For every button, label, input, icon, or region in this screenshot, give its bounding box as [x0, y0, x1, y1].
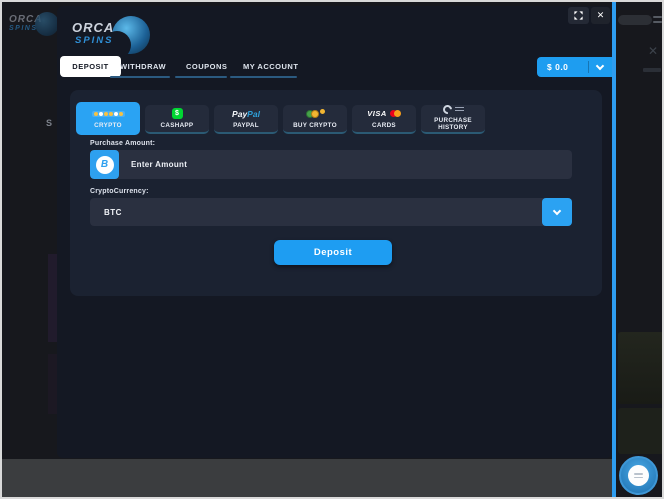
tab-deposit[interactable]: DEPOSIT	[60, 56, 121, 77]
bitcoin-symbol: B	[96, 156, 114, 174]
chat-bubble-icon	[628, 465, 649, 486]
payment-tab-buy-crypto[interactable]: BUY CRYPTO	[283, 105, 347, 134]
payment-panel: CRYPTO $ CASHAPP PayPal PAYPAL BUY CRYPT…	[70, 90, 602, 296]
background-site-logo: ORCA SPINS	[9, 14, 42, 32]
orca-whale-icon	[112, 16, 150, 54]
divider	[588, 61, 589, 73]
chat-widget-button[interactable]	[619, 456, 658, 495]
fullscreen-icon	[573, 10, 584, 21]
money-coins-icon	[306, 108, 325, 120]
payment-tab-cards[interactable]: VISA CARDS	[352, 105, 416, 134]
background-game-thumbnail	[618, 408, 664, 454]
background-caption-bar	[643, 68, 661, 72]
background-partial-text: S	[46, 118, 52, 128]
payment-tab-label: BUY CRYPTO	[293, 122, 337, 130]
select-dropdown-button[interactable]	[542, 198, 572, 226]
visa-logo-icon: VISA	[367, 109, 387, 118]
background-game-thumbnail	[48, 254, 57, 342]
background-game-thumbnail	[618, 332, 664, 404]
payment-tab-label: CRYPTO	[94, 122, 122, 130]
cryptocurrency-label: CryptoCurrency:	[90, 188, 149, 195]
deposit-modal: ORCA SPINS ✕ DEPOSIT WITHDRAW COU	[57, 6, 612, 458]
background-faint-glyph: ✕	[648, 44, 658, 58]
payment-tab-label: PAYPAL	[233, 122, 259, 130]
balance-dropdown-button[interactable]: $ 0.0	[537, 57, 612, 77]
purchase-amount-label: Purchase Amount:	[90, 140, 155, 147]
cashapp-icon: $	[172, 108, 183, 119]
crypto-coins-icon	[92, 108, 125, 120]
amount-input[interactable]	[119, 160, 572, 169]
payment-tab-label: CARDS	[372, 122, 396, 130]
payment-tab-paypal[interactable]: PayPal PAYPAL	[214, 105, 278, 134]
btc-currency-icon: B	[90, 150, 119, 179]
balance-amount: $ 0.0	[547, 62, 568, 72]
tab-coupons[interactable]: COUPONS	[186, 62, 227, 71]
paypal-logo-icon: PayPal	[232, 108, 260, 120]
cryptocurrency-select[interactable]: BTC	[90, 198, 572, 226]
payment-tab-label: PURCHASE HISTORY	[426, 117, 480, 132]
payment-tab-crypto[interactable]: CRYPTO	[76, 102, 140, 135]
payment-tab-cashapp[interactable]: $ CASHAPP	[145, 105, 209, 134]
tab-underline	[110, 76, 170, 78]
chevron-down-icon	[553, 207, 561, 215]
logo-text-orca: ORCA	[72, 20, 114, 35]
background-menu-icon	[653, 16, 662, 26]
payment-tab-label: CASHAPP	[161, 122, 194, 130]
modal-scrollbar[interactable]	[612, 2, 616, 497]
purchase-amount-field: B	[90, 150, 572, 179]
close-icon: ✕	[597, 10, 605, 21]
background-game-thumbnail	[48, 354, 57, 414]
paypal-logo-pal: Pal	[247, 109, 260, 119]
orca-spins-logo: ORCA SPINS	[72, 14, 162, 58]
mastercard-icon	[390, 110, 401, 117]
tab-underline	[230, 76, 297, 78]
payment-tab-purchase-history[interactable]: PURCHASE HISTORY	[421, 105, 485, 134]
logo-text-spins: SPINS	[75, 35, 114, 46]
cryptocurrency-selected-value: BTC	[104, 208, 122, 217]
history-icon	[443, 105, 464, 115]
close-button[interactable]: ✕	[591, 7, 610, 24]
tab-withdraw[interactable]: WITHDRAW	[120, 62, 166, 71]
background-bottom-bar	[2, 459, 612, 499]
tab-underline	[175, 76, 227, 78]
background-wallet-pill	[618, 15, 652, 25]
deposit-submit-button[interactable]: Deposit	[274, 240, 392, 265]
tab-my-account[interactable]: MY ACCOUNT	[243, 62, 298, 71]
background-orca-icon	[35, 12, 59, 36]
screen: ORCA SPINS S ✕ ORCA SPINS	[0, 0, 664, 499]
paypal-logo-pay: Pay	[232, 109, 247, 119]
fullscreen-button[interactable]	[568, 7, 589, 24]
chevron-down-icon	[596, 62, 604, 70]
